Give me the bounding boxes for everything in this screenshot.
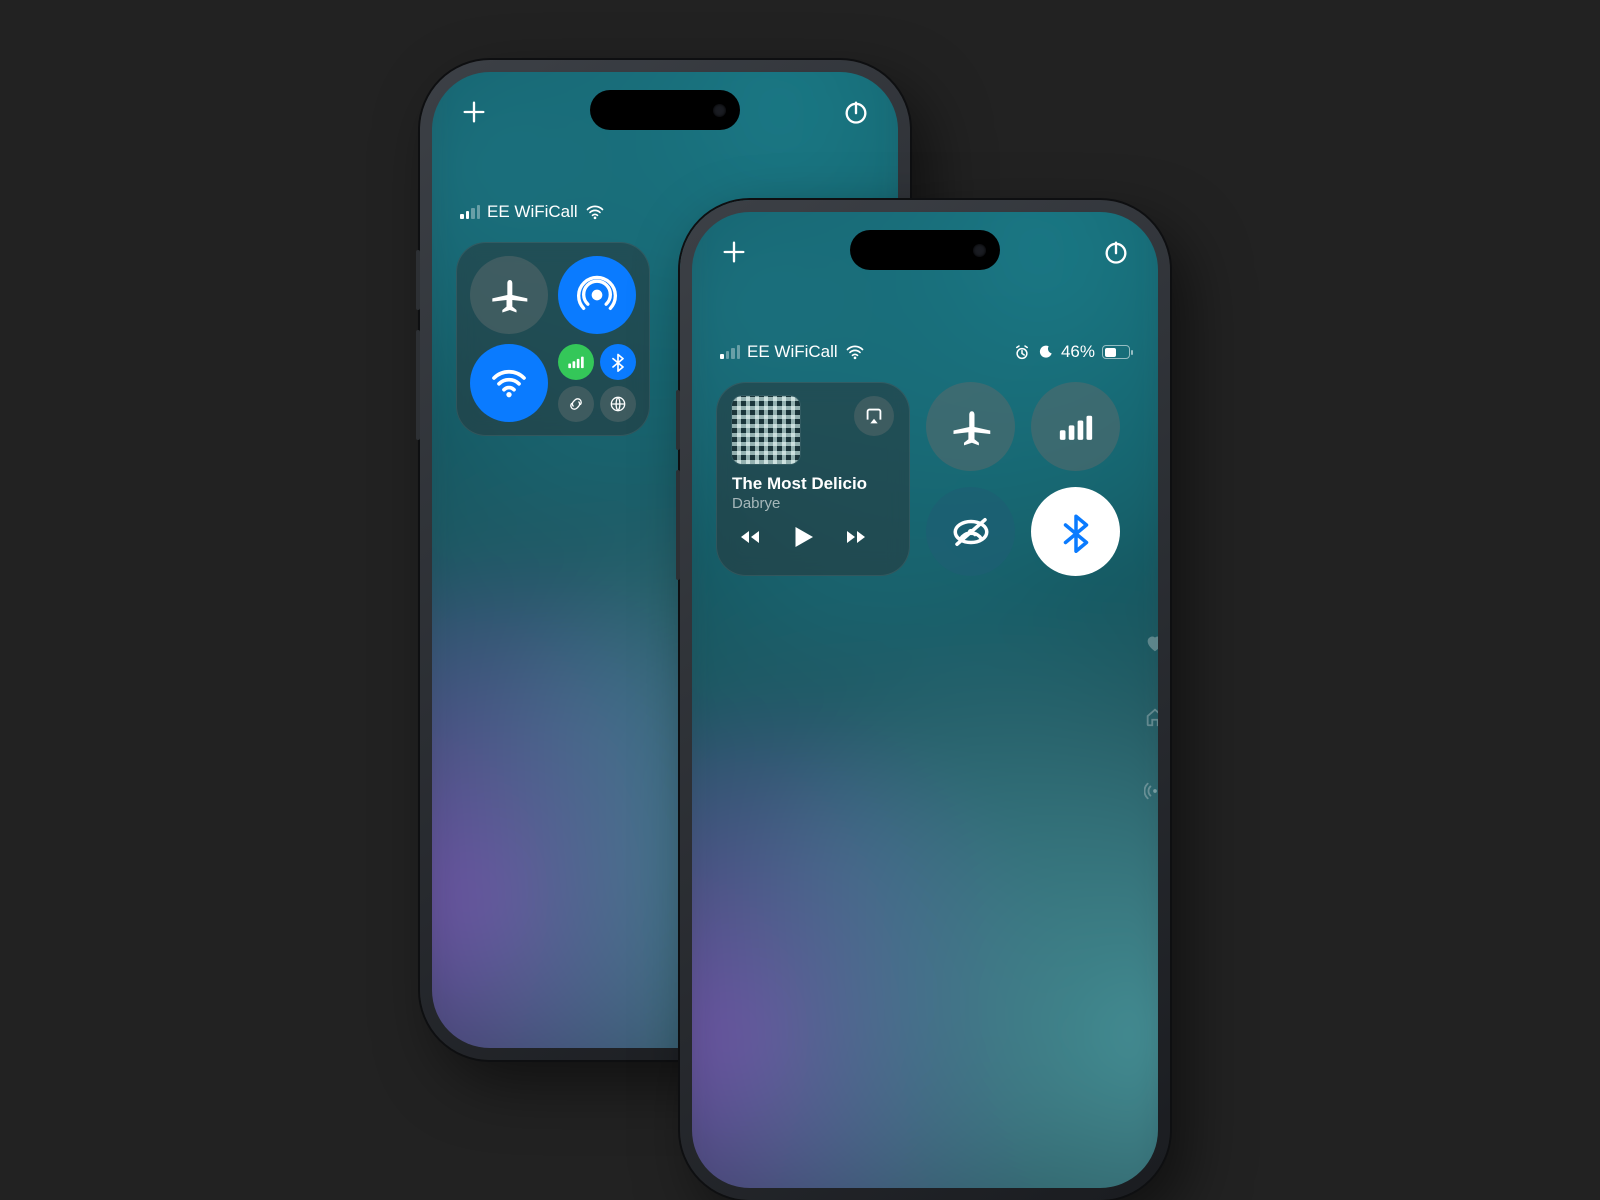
signal-icon <box>720 345 740 359</box>
cellular-icon <box>566 352 586 372</box>
power-button[interactable] <box>842 98 870 126</box>
connectivity-module[interactable] <box>456 242 650 436</box>
radio-icon <box>1144 780 1158 802</box>
home-icon <box>1144 706 1158 728</box>
plus-icon <box>720 238 748 266</box>
carrier-label: EE WiFiCall <box>747 342 838 362</box>
battery-text: 46% <box>1061 342 1095 362</box>
airdrop-toggle[interactable] <box>558 256 636 334</box>
wifi-icon <box>585 202 605 222</box>
power-icon <box>842 98 870 126</box>
previous-button[interactable] <box>738 525 762 549</box>
airdrop-icon <box>577 275 617 315</box>
connectivity-mini-grid <box>558 344 636 422</box>
satellite-toggle[interactable] <box>600 386 636 422</box>
album-art <box>732 396 800 464</box>
connectivity-quad <box>926 382 1120 576</box>
cc-topbar <box>692 234 1158 270</box>
airplane-icon <box>489 275 529 315</box>
hotspot-toggle[interactable] <box>926 487 1015 576</box>
now-playing-module[interactable]: The Most Delicio Dabrye <box>716 382 910 576</box>
airplane-toggle[interactable] <box>926 382 1015 471</box>
cc-page-indicators[interactable] <box>1144 632 1158 802</box>
add-controls-button[interactable] <box>720 238 748 266</box>
power-icon <box>1102 238 1130 266</box>
track-title: The Most Delicio <box>732 474 894 494</box>
bluetooth-toggle[interactable] <box>600 344 636 380</box>
phone-right: EE WiFiCall 46% The Mo <box>680 200 1170 1200</box>
cellular-toggle[interactable] <box>1031 382 1120 471</box>
bluetooth-icon <box>1055 511 1097 553</box>
link-icon <box>566 394 586 414</box>
globe-icon <box>608 394 628 414</box>
wifi-toggle[interactable] <box>470 344 548 422</box>
airplane-icon <box>950 406 992 448</box>
cellular-toggle[interactable] <box>558 344 594 380</box>
wifi-icon <box>489 363 529 403</box>
power-button[interactable] <box>1102 238 1130 266</box>
play-button[interactable] <box>788 522 818 552</box>
hotspot-icon <box>950 511 992 553</box>
airplay-button[interactable] <box>854 396 894 436</box>
hotspot-toggle[interactable] <box>558 386 594 422</box>
cellular-icon <box>1055 406 1097 448</box>
airplay-icon <box>863 405 885 427</box>
status-bar: EE WiFiCall 46% <box>692 342 1158 362</box>
bluetooth-toggle[interactable] <box>1031 487 1120 576</box>
dnd-icon <box>1038 344 1054 360</box>
bluetooth-icon <box>608 352 628 372</box>
heart-icon <box>1144 632 1158 654</box>
battery-icon <box>1102 345 1130 359</box>
carrier-label: EE WiFiCall <box>487 202 578 222</box>
add-controls-button[interactable] <box>460 98 488 126</box>
alarm-icon <box>1013 343 1031 361</box>
track-artist: Dabrye <box>732 495 894 512</box>
signal-icon <box>460 205 480 219</box>
plus-icon <box>460 98 488 126</box>
next-button[interactable] <box>844 525 868 549</box>
wifi-icon <box>845 342 865 362</box>
cc-topbar <box>432 94 898 130</box>
airplane-toggle[interactable] <box>470 256 548 334</box>
